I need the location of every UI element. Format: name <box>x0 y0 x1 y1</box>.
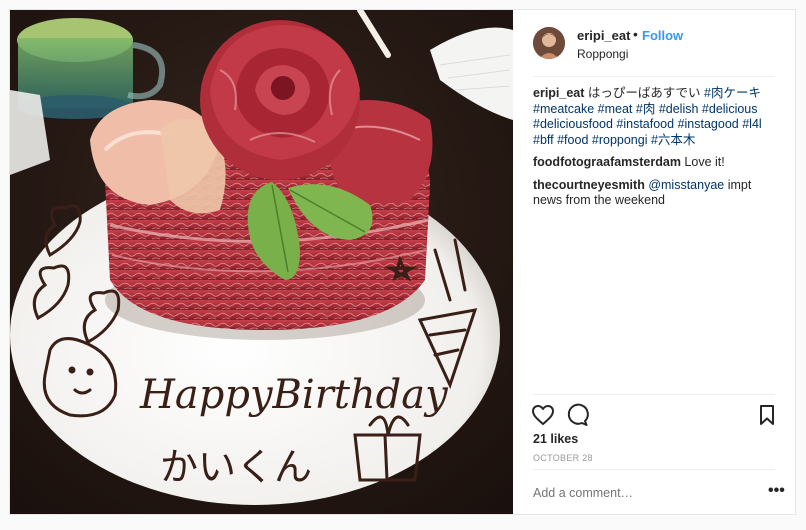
meat-cake-photo: HappyBirthday かいくん <box>10 10 513 514</box>
plate-text-birthday: HappyBirthday <box>139 372 449 418</box>
comment-bubble-icon[interactable] <box>565 403 589 432</box>
avatar[interactable] <box>533 27 565 59</box>
plate-text-name: かいくん <box>160 445 312 489</box>
hashtag-link[interactable]: #肉ケーキ <box>704 86 761 100</box>
hashtag-link[interactable]: #instafood <box>616 117 674 131</box>
post-date: OCTOBER 28 <box>533 453 593 463</box>
likes-count[interactable]: 21 likes <box>533 432 578 446</box>
header-separator: • <box>633 26 638 42</box>
post-side-panel: eripi_eat • Follow Roppongi eripi_eat はっ… <box>513 10 795 514</box>
comment-mention[interactable]: @misstanyae <box>648 178 724 192</box>
comment-author[interactable]: eripi_eat <box>533 86 584 100</box>
action-bar <box>531 403 777 429</box>
actions-divider <box>533 394 775 395</box>
hashtag-link[interactable]: #instagood <box>678 117 739 131</box>
hashtag-link[interactable]: #meat <box>598 102 633 116</box>
comment-item: foodfotograafamsterdam Love it! <box>533 155 778 171</box>
comment-author[interactable]: foodfotograafamsterdam <box>533 155 681 169</box>
post-username[interactable]: eripi_eat <box>577 28 630 43</box>
bookmark-icon[interactable] <box>755 403 779 432</box>
comment-item: thecourtneyesmith @misstanyae impt news … <box>533 178 778 209</box>
hashtag-link[interactable]: #roppongi <box>592 133 648 147</box>
caption: eripi_eat はっぴーばあすでい #肉ケーキ #meatcake #mea… <box>533 86 778 148</box>
more-options-icon[interactable]: ••• <box>768 482 785 500</box>
hashtag-link[interactable]: #deliciousfood <box>533 117 613 131</box>
hashtag-link[interactable]: #六本木 <box>651 133 695 147</box>
hashtag-link[interactable]: #delicious <box>702 102 758 116</box>
comments-list: eripi_eat はっぴーばあすでい #肉ケーキ #meatcake #mea… <box>533 86 778 216</box>
heart-icon[interactable] <box>531 403 555 432</box>
follow-button[interactable]: Follow <box>642 28 683 43</box>
header-divider <box>533 76 775 77</box>
comment-divider <box>533 469 775 470</box>
hashtag-link[interactable]: #food <box>557 133 588 147</box>
hashtag-link[interactable]: #l4l <box>742 117 761 131</box>
comment-text: Love it! <box>684 155 725 169</box>
avatar-image <box>533 27 565 59</box>
add-comment-input[interactable] <box>533 486 733 500</box>
comment-text: はっぴーばあすでい <box>587 86 701 100</box>
hashtag-link[interactable]: #meatcake <box>533 102 594 116</box>
hashtag-link[interactable]: #delish <box>659 102 699 116</box>
hashtag-link[interactable]: #肉 <box>636 102 655 116</box>
post-photo[interactable]: HappyBirthday かいくん <box>10 10 513 514</box>
post-card: HappyBirthday かいくん eripi_eat • Follow Ro… <box>9 9 796 515</box>
hashtag-link[interactable]: #bff <box>533 133 554 147</box>
meat-rose <box>200 20 360 180</box>
post-header: eripi_eat • Follow Roppongi <box>513 10 795 76</box>
post-location[interactable]: Roppongi <box>577 47 628 61</box>
comment-author[interactable]: thecourtneyesmith <box>533 178 645 192</box>
